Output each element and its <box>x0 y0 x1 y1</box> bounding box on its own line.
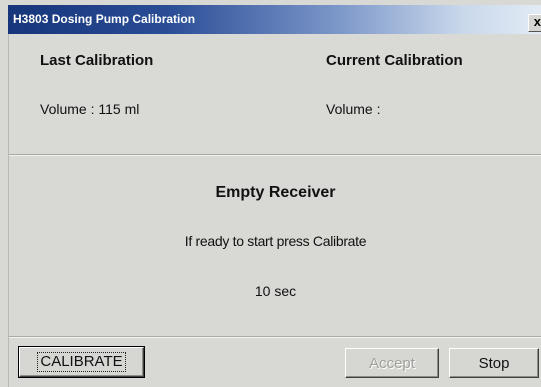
footer-divider <box>9 336 541 338</box>
countdown-timer: 10 sec <box>254 283 297 299</box>
calibrate-button-label: CALIBRATE <box>37 352 126 372</box>
status-heading: Empty Receiver <box>215 184 336 201</box>
stop-button[interactable]: Stop <box>449 348 539 378</box>
close-icon: x <box>533 14 541 29</box>
calibration-dialog: H3803 Dosing Pump Calibration x Last Cal… <box>0 0 541 387</box>
current-calibration-volume: Volume : <box>326 101 381 117</box>
status-instruction: If ready to start press Calibrate <box>184 233 367 249</box>
last-calibration-volume: Volume : 115 ml <box>40 101 140 117</box>
accept-button[interactable]: Accept <box>345 348 439 378</box>
calibration-summary-panel: Last Calibration Current Calibration Vol… <box>9 34 541 154</box>
last-calibration-heading: Last Calibration <box>40 52 154 69</box>
title-bar: H3803 Dosing Pump Calibration x <box>8 5 541 34</box>
window-title: H3803 Dosing Pump Calibration <box>13 12 196 26</box>
current-calibration-heading: Current Calibration <box>326 52 463 69</box>
dialog-body: Last Calibration Current Calibration Vol… <box>8 34 541 387</box>
close-button[interactable]: x <box>528 14 541 32</box>
calibrate-button[interactable]: CALIBRATE <box>18 346 145 378</box>
section-divider <box>9 154 541 156</box>
